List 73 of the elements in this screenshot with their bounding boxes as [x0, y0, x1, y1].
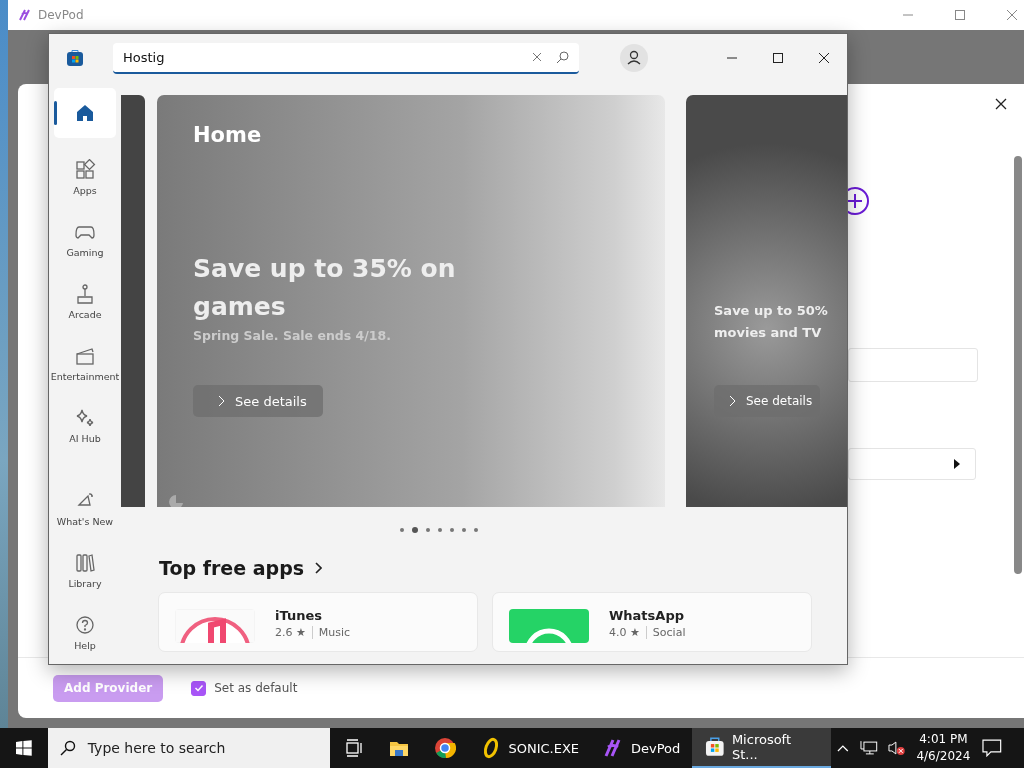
window-title: DevPod	[38, 8, 84, 22]
page-heading: Home	[193, 123, 262, 147]
chat-bubble-icon	[509, 609, 589, 643]
music-note-icon	[175, 609, 255, 643]
notification-icon[interactable]	[982, 739, 1002, 757]
store-bag-icon	[66, 49, 84, 67]
checkbox[interactable]	[191, 680, 207, 696]
see-details-button[interactable]: See details	[193, 385, 323, 417]
close-icon[interactable]	[995, 98, 1007, 110]
network-icon[interactable]	[860, 740, 878, 756]
app-category: Social	[645, 626, 686, 639]
input-field[interactable]	[848, 348, 978, 382]
pie-icon	[168, 494, 184, 507]
carousel-dot[interactable]	[412, 527, 418, 533]
close-icon[interactable]	[818, 52, 830, 64]
promo-title: movies and TV	[714, 324, 823, 342]
checkbox-label: Set as default	[214, 681, 298, 695]
clock-time[interactable]: 4:01 PM	[919, 731, 968, 748]
caret-icon	[953, 459, 961, 469]
help-icon	[74, 613, 96, 636]
carousel-dot[interactable]	[438, 528, 442, 532]
account-icon[interactable]	[620, 44, 648, 72]
search-icon[interactable]	[556, 50, 569, 64]
checkmark-icon	[193, 683, 204, 693]
clock-date[interactable]: 4/6/2024	[916, 748, 971, 765]
taskbar-search-field[interactable]: Type here to search	[47, 728, 330, 768]
search-value: Hostig	[123, 49, 165, 65]
taskbar-button[interactable]: SONIC.EXE	[468, 728, 591, 768]
carousel-dot[interactable]	[474, 528, 478, 532]
taskbar-button[interactable]: Microsoft St...	[692, 728, 832, 768]
browser-icon	[434, 737, 457, 759]
promo-title: Save up to 50%	[714, 302, 829, 320]
windows-logo-icon[interactable]	[16, 740, 32, 756]
add-icon[interactable]	[848, 186, 870, 216]
chevron-right-icon	[314, 562, 323, 574]
promo-title: Save up to 35% on games	[193, 253, 457, 323]
nav-item[interactable]: Help	[54, 601, 116, 663]
store-bag-icon	[704, 736, 726, 758]
app-rating: 4.0 ★	[609, 626, 640, 639]
nav-item[interactable]: AI Hub	[54, 394, 116, 456]
clear-icon[interactable]	[532, 52, 542, 62]
nav-item[interactable]: Apps	[54, 146, 116, 208]
carousel-dot[interactable]	[426, 528, 430, 532]
apps-icon	[74, 158, 96, 181]
arcade-icon	[74, 282, 96, 305]
taskbar-button[interactable]: DevPod	[591, 728, 693, 768]
nav-item[interactable]: Arcade	[54, 270, 116, 332]
chevron-right-icon	[217, 395, 225, 407]
app-rating: 2.6 ★	[275, 626, 306, 639]
search-icon	[59, 740, 76, 756]
maximize-icon[interactable]	[772, 52, 784, 64]
app-category: Music	[311, 626, 351, 639]
see-details-button[interactable]: See details	[714, 385, 821, 417]
section-link[interactable]: Top free apps	[159, 557, 323, 579]
search-field[interactable]: Hostig	[113, 42, 579, 74]
muted-speaker-icon[interactable]	[887, 740, 906, 756]
nav-item[interactable]: What's New	[54, 477, 116, 539]
nav-item[interactable]: Gaming	[54, 208, 116, 270]
devpod-logo-icon	[18, 8, 32, 22]
app-card[interactable]: iTunes 2.6 ★ Music	[158, 592, 478, 652]
dropdown-field[interactable]	[848, 448, 976, 480]
nav-item[interactable]: Library	[54, 539, 116, 601]
carousel-dot[interactable]	[462, 528, 466, 532]
app-name: WhatsApp	[609, 608, 685, 623]
chevron-right-icon	[728, 395, 736, 407]
nav-item[interactable]	[54, 88, 116, 138]
carousel-dot[interactable]	[400, 528, 404, 532]
promo-card[interactable]: Save up to 50% movies and TV See details	[686, 95, 847, 507]
carousel-dot[interactable]	[450, 528, 454, 532]
library-icon	[74, 551, 96, 574]
app-card[interactable]: WhatsApp 4.0 ★ Social	[492, 592, 812, 652]
app-name: iTunes	[275, 608, 323, 623]
home-icon	[74, 102, 96, 124]
